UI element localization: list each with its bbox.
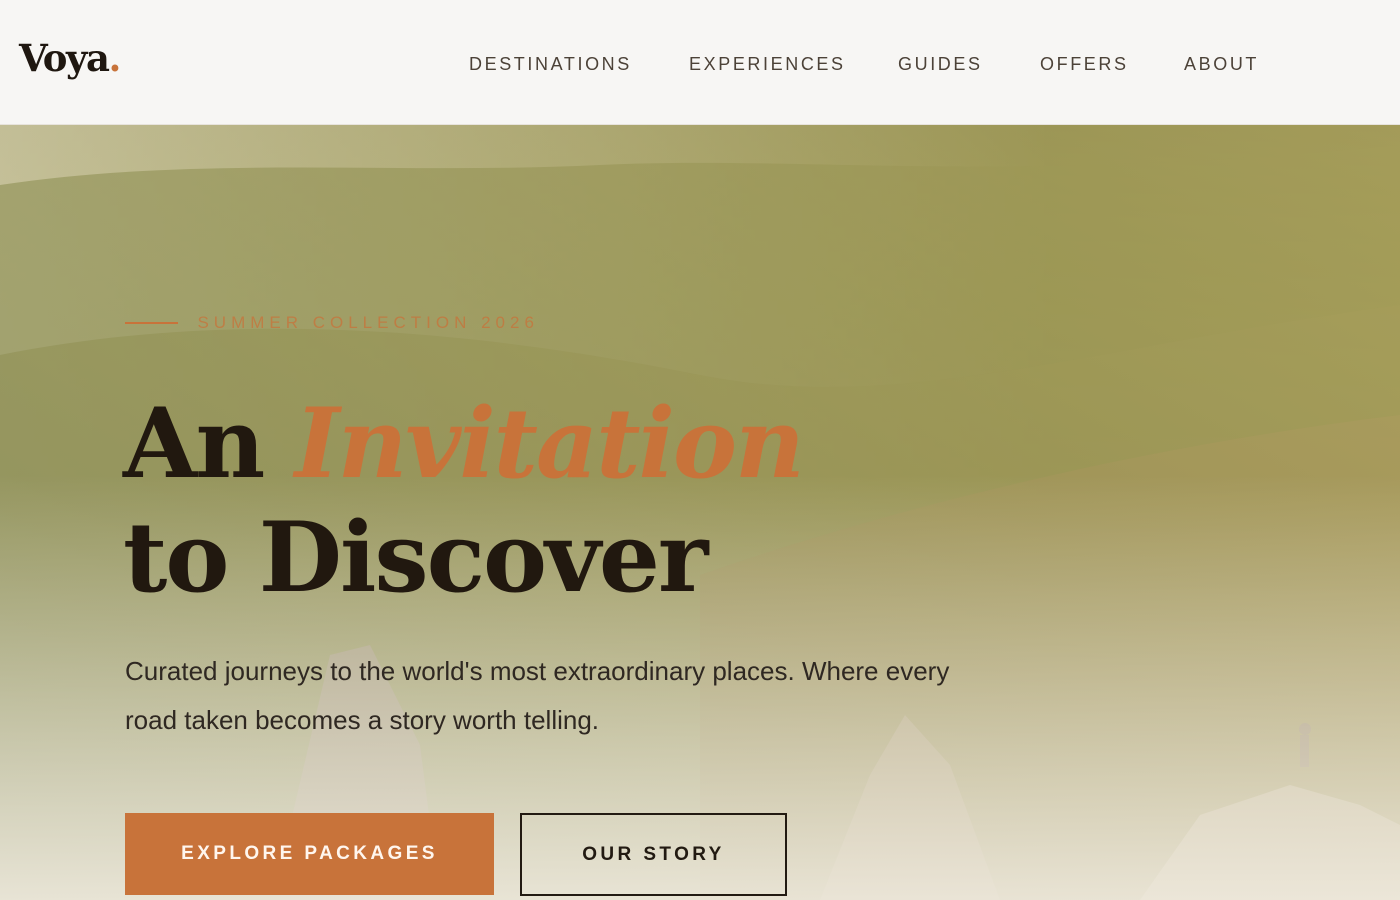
hero-headline: An Invitation to Discover (123, 387, 1023, 615)
hero-subtext: Curated journeys to the world's most ext… (125, 656, 950, 735)
nav-experiences[interactable]: EXPERIENCES (689, 53, 846, 75)
nav-offers[interactable]: OFFERS (1040, 53, 1129, 75)
hero-section: SUMMER COLLECTION 2026 An Invitation to … (0, 125, 1400, 900)
site-header: Voya. DESTINATIONS EXPERIENCES GUIDES OF… (0, 0, 1400, 125)
nav-destinations[interactable]: DESTINATIONS (469, 53, 632, 75)
headline-part-1: An (123, 387, 265, 500)
main-nav: DESTINATIONS EXPERIENCES GUIDES OFFERS A… (0, 53, 1400, 77)
our-story-button[interactable]: OUR STORY (520, 813, 787, 896)
nav-about[interactable]: ABOUT (1184, 53, 1259, 75)
eyebrow-text: SUMMER COLLECTION 2026 (197, 313, 539, 332)
nav-guides[interactable]: GUIDES (898, 53, 983, 75)
headline-part-2: to Discover (123, 501, 708, 614)
hero-eyebrow: SUMMER COLLECTION 2026 (125, 313, 539, 335)
headline-accent: Invitation (294, 387, 805, 500)
explore-packages-button[interactable]: EXPLORE PACKAGES (125, 813, 494, 895)
eyebrow-divider (125, 322, 178, 324)
